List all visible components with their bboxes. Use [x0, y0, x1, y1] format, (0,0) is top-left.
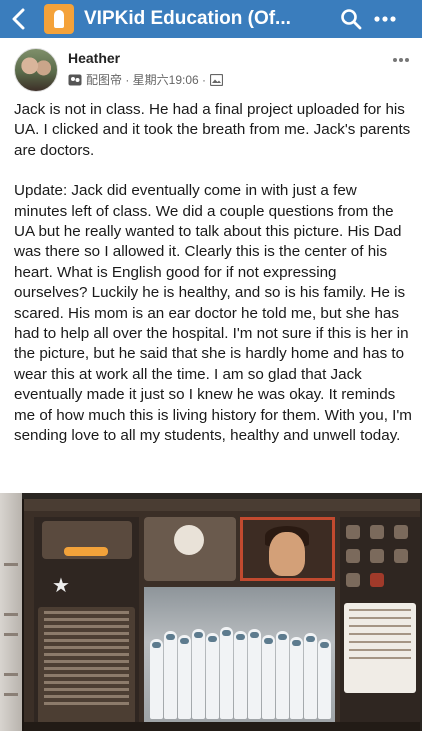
- author-name[interactable]: Heather: [68, 50, 120, 66]
- group-avatar[interactable]: [44, 4, 74, 34]
- group-header-bar: VIPKid Education (Of...: [0, 0, 422, 38]
- search-icon: [341, 9, 362, 30]
- post-body: Jack is not in class. He had a final pro…: [14, 100, 414, 467]
- author-avatar[interactable]: [14, 48, 58, 92]
- post-meta: 配图帝 · 星期六19:06 ·: [68, 71, 224, 88]
- group-title[interactable]: VIPKid Education (Of...: [84, 8, 334, 30]
- gallery-icon: [210, 73, 224, 86]
- post-meta-text: 配图帝 · 星期六19:06 ·: [86, 73, 207, 87]
- post-paragraph: Update: Jack did eventually come in with…: [14, 182, 412, 445]
- more-options-button[interactable]: [368, 0, 402, 38]
- more-dots-icon: [374, 16, 396, 22]
- post-header: Heather 配图帝 · 星期六19:06 ·: [0, 44, 422, 98]
- post-photo[interactable]: ★: [0, 493, 422, 731]
- photo-app-icon: [68, 74, 82, 85]
- search-button[interactable]: [334, 0, 368, 38]
- chevron-left-icon: [12, 8, 25, 30]
- back-button[interactable]: [0, 0, 38, 38]
- classroom-screen-image: ★: [22, 499, 420, 731]
- photo-background-edge: [0, 493, 22, 731]
- post-paragraph: Jack is not in class. He had a final pro…: [14, 101, 411, 159]
- more-dots-icon: [393, 58, 409, 62]
- post-options-button[interactable]: [392, 50, 410, 68]
